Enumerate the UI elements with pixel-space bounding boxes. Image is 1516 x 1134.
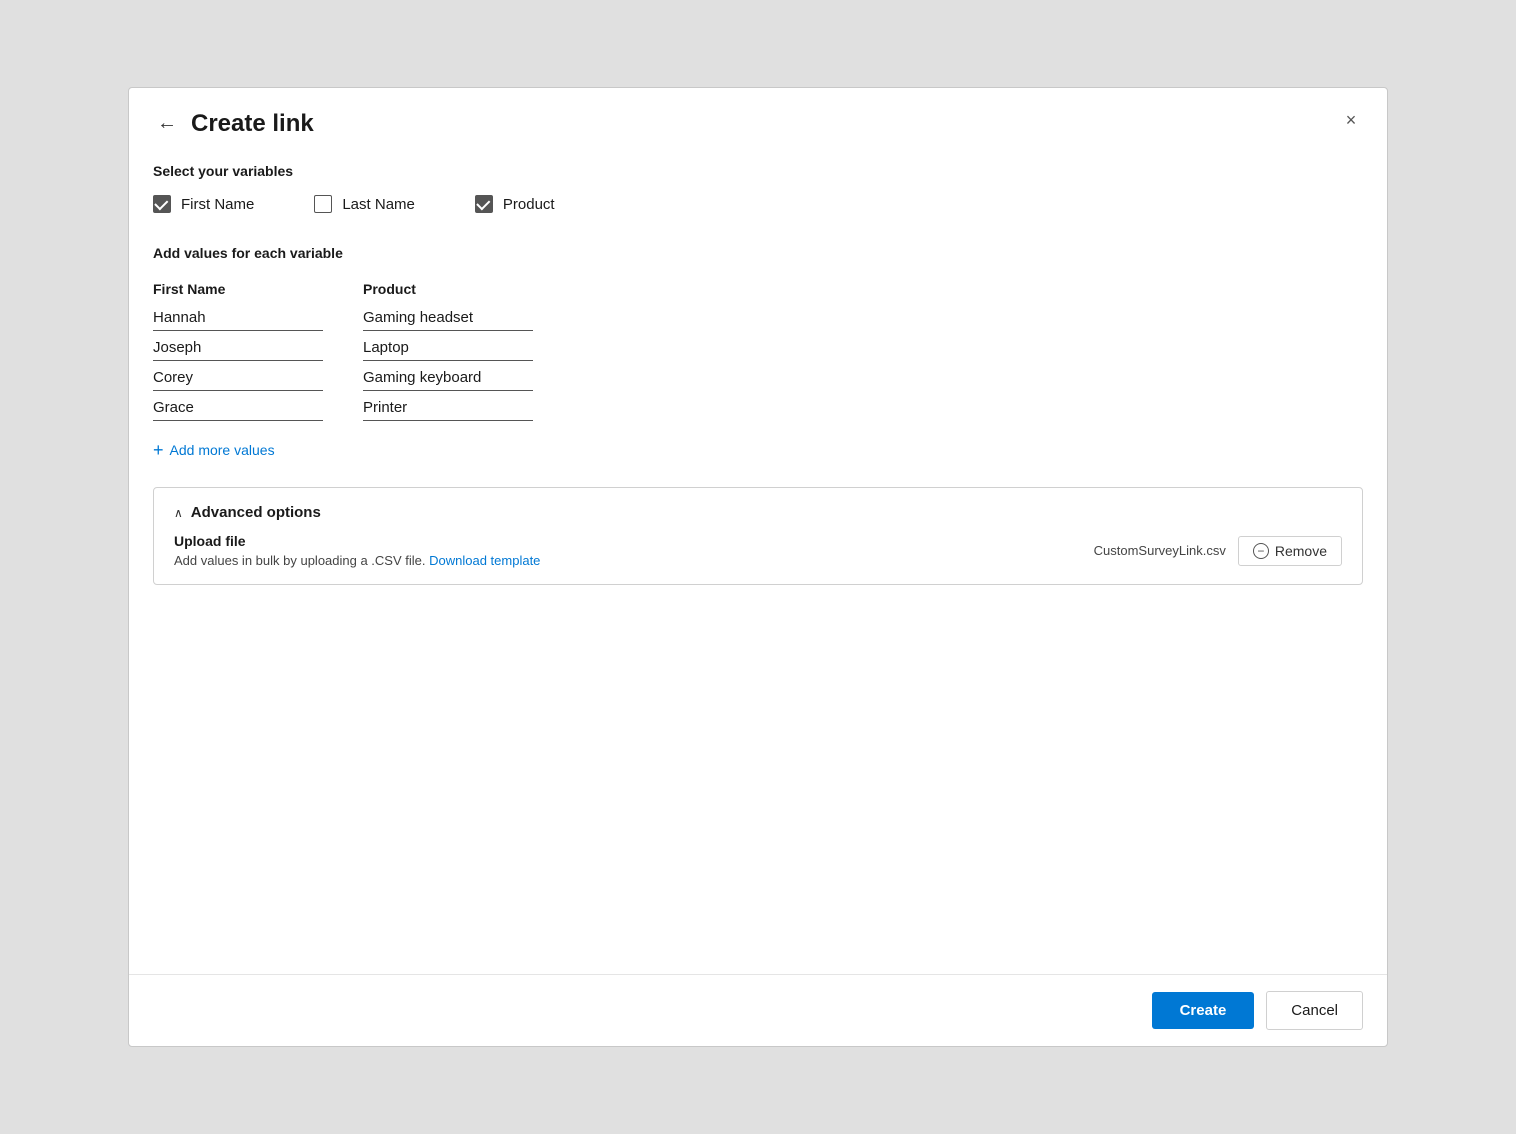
upload-left: Upload file Add values in bulk by upload… bbox=[174, 533, 540, 568]
add-more-values-button[interactable]: + Add more values bbox=[153, 433, 275, 467]
checkbox-item-product[interactable]: Product bbox=[475, 195, 555, 213]
variables-row: First Name Last Name Product bbox=[153, 195, 1363, 213]
download-template-link[interactable]: Download template bbox=[429, 553, 540, 568]
remove-label: Remove bbox=[1275, 543, 1327, 559]
col-headers: First Name Product bbox=[153, 281, 1363, 297]
plus-icon: + bbox=[153, 441, 164, 459]
product-input-1[interactable] bbox=[363, 305, 533, 331]
table-row bbox=[153, 365, 1363, 391]
upload-right: CustomSurveyLink.csv − Remove bbox=[1094, 536, 1342, 566]
advanced-options-title: Advanced options bbox=[191, 504, 321, 521]
col-header-product: Product bbox=[363, 281, 533, 297]
close-icon: × bbox=[1346, 110, 1357, 131]
checkbox-product[interactable] bbox=[475, 195, 493, 213]
remove-icon: − bbox=[1253, 543, 1269, 559]
values-section-label: Add values for each variable bbox=[153, 245, 1363, 261]
table-row bbox=[153, 335, 1363, 361]
close-button[interactable]: × bbox=[1335, 104, 1367, 136]
checkbox-lastname-label: Last Name bbox=[342, 196, 415, 213]
table-row bbox=[153, 395, 1363, 421]
upload-title: Upload file bbox=[174, 533, 540, 549]
dialog-footer: Create Cancel bbox=[129, 974, 1387, 1046]
back-button[interactable]: ← bbox=[153, 108, 181, 139]
upload-section: Upload file Add values in bulk by upload… bbox=[174, 533, 1342, 568]
checkbox-item-firstname[interactable]: First Name bbox=[153, 195, 254, 213]
checkbox-item-lastname[interactable]: Last Name bbox=[314, 195, 415, 213]
col-header-firstname: First Name bbox=[153, 281, 323, 297]
dialog-header: ← Create link × bbox=[129, 88, 1387, 155]
create-link-dialog: ← Create link × Select your variables Fi… bbox=[128, 87, 1388, 1047]
values-table: First Name Product bbox=[153, 281, 1363, 421]
upload-desc: Add values in bulk by uploading a .CSV f… bbox=[174, 553, 540, 568]
cancel-button[interactable]: Cancel bbox=[1266, 991, 1363, 1030]
variables-section-label: Select your variables bbox=[153, 163, 1363, 179]
upload-desc-text: Add values in bulk by uploading a .CSV f… bbox=[174, 553, 426, 568]
remove-button[interactable]: − Remove bbox=[1238, 536, 1342, 566]
firstname-input-4[interactable] bbox=[153, 395, 323, 421]
firstname-input-2[interactable] bbox=[153, 335, 323, 361]
advanced-options-header[interactable]: ∧ Advanced options bbox=[174, 504, 1342, 521]
advanced-options-section: ∧ Advanced options Upload file Add value… bbox=[153, 487, 1363, 585]
create-button[interactable]: Create bbox=[1152, 992, 1255, 1029]
add-more-label: Add more values bbox=[170, 442, 275, 458]
file-name: CustomSurveyLink.csv bbox=[1094, 543, 1226, 558]
checkbox-firstname-label: First Name bbox=[181, 196, 254, 213]
firstname-input-3[interactable] bbox=[153, 365, 323, 391]
table-row bbox=[153, 305, 1363, 331]
checkbox-product-label: Product bbox=[503, 196, 555, 213]
checkbox-firstname[interactable] bbox=[153, 195, 171, 213]
values-section: Add values for each variable First Name … bbox=[153, 245, 1363, 467]
product-input-2[interactable] bbox=[363, 335, 533, 361]
product-input-3[interactable] bbox=[363, 365, 533, 391]
dialog-body: Select your variables First Name Last Na… bbox=[129, 155, 1387, 974]
checkbox-lastname[interactable] bbox=[314, 195, 332, 213]
firstname-input-1[interactable] bbox=[153, 305, 323, 331]
dialog-title: Create link bbox=[191, 110, 314, 138]
back-icon: ← bbox=[157, 112, 177, 135]
chevron-up-icon: ∧ bbox=[174, 506, 183, 520]
product-input-4[interactable] bbox=[363, 395, 533, 421]
